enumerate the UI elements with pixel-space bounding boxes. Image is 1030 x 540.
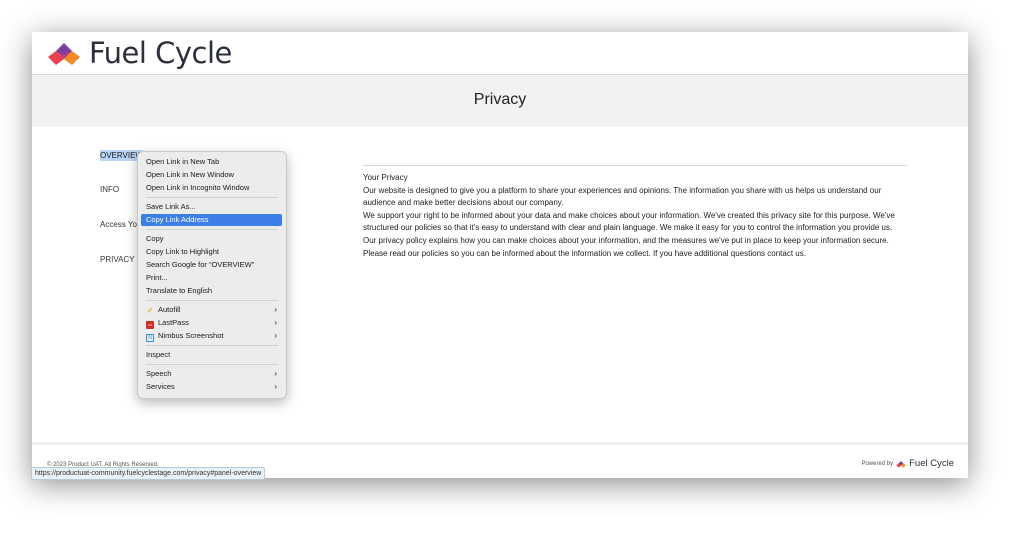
nav-link-privacy-policy[interactable]: PRIVACY I	[100, 255, 139, 264]
chevron-right-icon: ›	[274, 305, 277, 314]
page-title: Privacy	[473, 91, 527, 108]
menu-item-search-google[interactable]: Search Google for “OVERVIEW”	[141, 259, 282, 271]
menu-separator	[146, 364, 278, 365]
fuel-cycle-logo-icon	[48, 43, 80, 65]
privacy-overview-panel: Your Privacy Our website is designed to …	[363, 165, 907, 260]
menu-item-copy-link-address[interactable]: Copy Link Address	[141, 214, 282, 226]
section-heading: Your Privacy	[363, 173, 408, 182]
menu-item-open-new-window[interactable]: Open Link in New Window	[141, 169, 282, 181]
menu-item-translate[interactable]: Translate to English	[141, 285, 282, 297]
content-paragraph: We support your right to be informed abo…	[363, 210, 895, 245]
lastpass-icon: •••	[146, 321, 154, 329]
menu-separator	[146, 229, 278, 230]
menu-item-lastpass[interactable]: ••• LastPass ›	[141, 317, 282, 329]
nimbus-icon: N	[146, 334, 154, 342]
menu-item-copy-link-to-highlight[interactable]: Copy Link to Highlight	[141, 246, 282, 258]
context-menu: Open Link in New Tab Open Link in New Wi…	[137, 151, 287, 399]
menu-item-services[interactable]: Services ›	[141, 381, 282, 393]
menu-separator	[146, 300, 278, 301]
autofill-icon: ✐	[147, 308, 153, 315]
powered-by: Powered by Fuel Cycle	[861, 458, 954, 469]
chevron-right-icon: ›	[274, 318, 277, 327]
menu-item-open-new-tab[interactable]: Open Link in New Tab	[141, 156, 282, 168]
menu-item-print[interactable]: Print...	[141, 272, 282, 284]
site-header: Fuel Cycle	[32, 32, 968, 75]
nav-link-access-your-data[interactable]: Access Yo	[100, 220, 137, 229]
menu-item-inspect[interactable]: Inspect	[141, 349, 282, 361]
menu-item-autofill[interactable]: ✐ Autofill ›	[141, 304, 282, 316]
menu-separator	[146, 197, 278, 198]
logo-wordmark: Fuel Cycle	[89, 36, 232, 70]
menu-item-save-link-as[interactable]: Save Link As...	[141, 201, 282, 213]
chevron-right-icon: ›	[274, 331, 277, 340]
menu-item-copy[interactable]: Copy	[141, 233, 282, 245]
site-logo[interactable]: Fuel Cycle	[47, 36, 232, 70]
menu-item-open-incognito[interactable]: Open Link in Incognito Window	[141, 182, 282, 194]
link-url-status-bar: https://productuat-community.fuelcyclest…	[31, 467, 266, 480]
powered-by-label: Powered by	[861, 460, 894, 467]
fuel-cycle-small-logo-icon	[896, 460, 906, 468]
page-banner: Privacy	[32, 75, 968, 127]
content-paragraph: Please read our policies so you can be i…	[363, 248, 806, 258]
menu-item-speech[interactable]: Speech ›	[141, 368, 282, 380]
chevron-right-icon: ›	[274, 382, 277, 391]
menu-separator	[146, 345, 278, 346]
menu-item-nimbus-screenshot[interactable]: N Nimbus Screenshot ›	[141, 330, 282, 342]
chevron-right-icon: ›	[274, 369, 277, 378]
powered-by-brand: Fuel Cycle	[909, 458, 954, 469]
content-paragraph: Our website is designed to give you a pl…	[363, 185, 882, 208]
nav-link-info[interactable]: INFO	[100, 185, 119, 194]
